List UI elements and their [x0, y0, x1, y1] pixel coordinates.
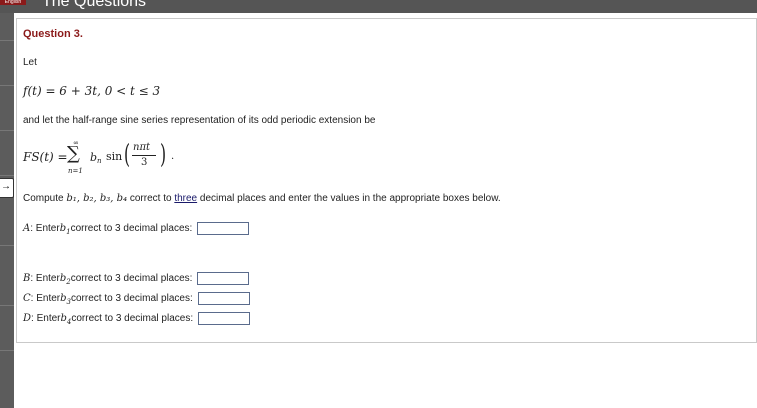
answer-row-b: B: Enter b2 correct to 3 decimal places:: [23, 272, 250, 288]
b3-answer-input[interactable]: [197, 292, 250, 305]
compute-suffix: decimal places and enter the values in t…: [197, 193, 501, 204]
brand-tag: English: [0, 0, 26, 5]
answer-text-pre: : Enter: [30, 293, 61, 304]
b2-answer-input[interactable]: [197, 272, 250, 285]
sidebar-toggle-tab[interactable]: →: [0, 178, 14, 198]
answer-letter: A: [23, 223, 31, 234]
answer-row-d: D: Enter b4 correct to 3 decimal places:: [23, 312, 250, 328]
compute-instruction: Compute b₁, b₂, b₃, b₄ correct to three …: [23, 193, 501, 204]
answer-text-pre: : Enter: [31, 313, 61, 324]
right-paren: ): [160, 140, 167, 170]
sidebar-divider: [0, 305, 14, 306]
sidebar-divider: [0, 40, 14, 41]
sidebar-divider: [0, 85, 14, 86]
fraction-bar: [132, 155, 156, 156]
answer-row-c: C: Enter b3 correct to 3 decimal places:: [23, 292, 250, 308]
three-link[interactable]: three: [174, 193, 197, 204]
answer-letter: B: [23, 273, 31, 284]
compute-mid: correct to: [127, 193, 175, 204]
answer-letter: C: [23, 293, 31, 304]
sin-function: sin: [106, 150, 123, 163]
sidebar-divider: [0, 175, 14, 176]
compute-variables: b₁, b₂, b₃, b₄: [66, 193, 128, 204]
fraction-numerator: nπt: [133, 142, 151, 153]
sidebar-divider: [0, 350, 14, 351]
b1-answer-input[interactable]: [197, 222, 250, 235]
question-intro: Let: [23, 57, 37, 68]
question-instruction: and let the half-range sine series repre…: [23, 115, 376, 126]
sum-lower-limit: n=1: [68, 167, 83, 175]
sidebar-divider: [0, 245, 14, 246]
left-sidebar: [0, 13, 14, 408]
sigma-symbol: ∑: [67, 143, 80, 164]
answer-text-post: correct to 3 decimal places:: [70, 273, 193, 284]
formula-period: .: [171, 151, 175, 162]
coefficient: b: [90, 151, 98, 164]
answer-text-pre: : Enter: [30, 273, 60, 284]
arrow-right-icon: →: [1, 181, 11, 192]
b4-answer-input[interactable]: [197, 312, 250, 325]
answer-text-post: correct to 3 decimal places:: [70, 223, 193, 234]
function-definition: f(t) = 6 + 3t, 0 < t ≤ 3: [23, 84, 161, 98]
sidebar-divider: [0, 130, 14, 131]
fraction-denominator: 3: [141, 157, 148, 168]
formula-lhs: FS(t) =: [23, 150, 68, 164]
page-title: The Questions: [42, 0, 147, 10]
answer-row-a: A: Enter b1 correct to 3 decimal places:: [23, 222, 250, 238]
question-title: Question 3.: [23, 28, 83, 40]
coefficient-subscript: n: [97, 157, 102, 165]
answer-letter: D: [23, 313, 32, 324]
answer-text-post: correct to 3 decimal places:: [71, 293, 193, 304]
top-header-bar: English The Questions: [0, 0, 757, 13]
answer-text-post: correct to 3 decimal places:: [71, 313, 194, 324]
compute-prefix: Compute: [23, 193, 67, 204]
left-paren: (: [124, 140, 131, 170]
answer-text-pre: : Enter: [30, 223, 60, 234]
